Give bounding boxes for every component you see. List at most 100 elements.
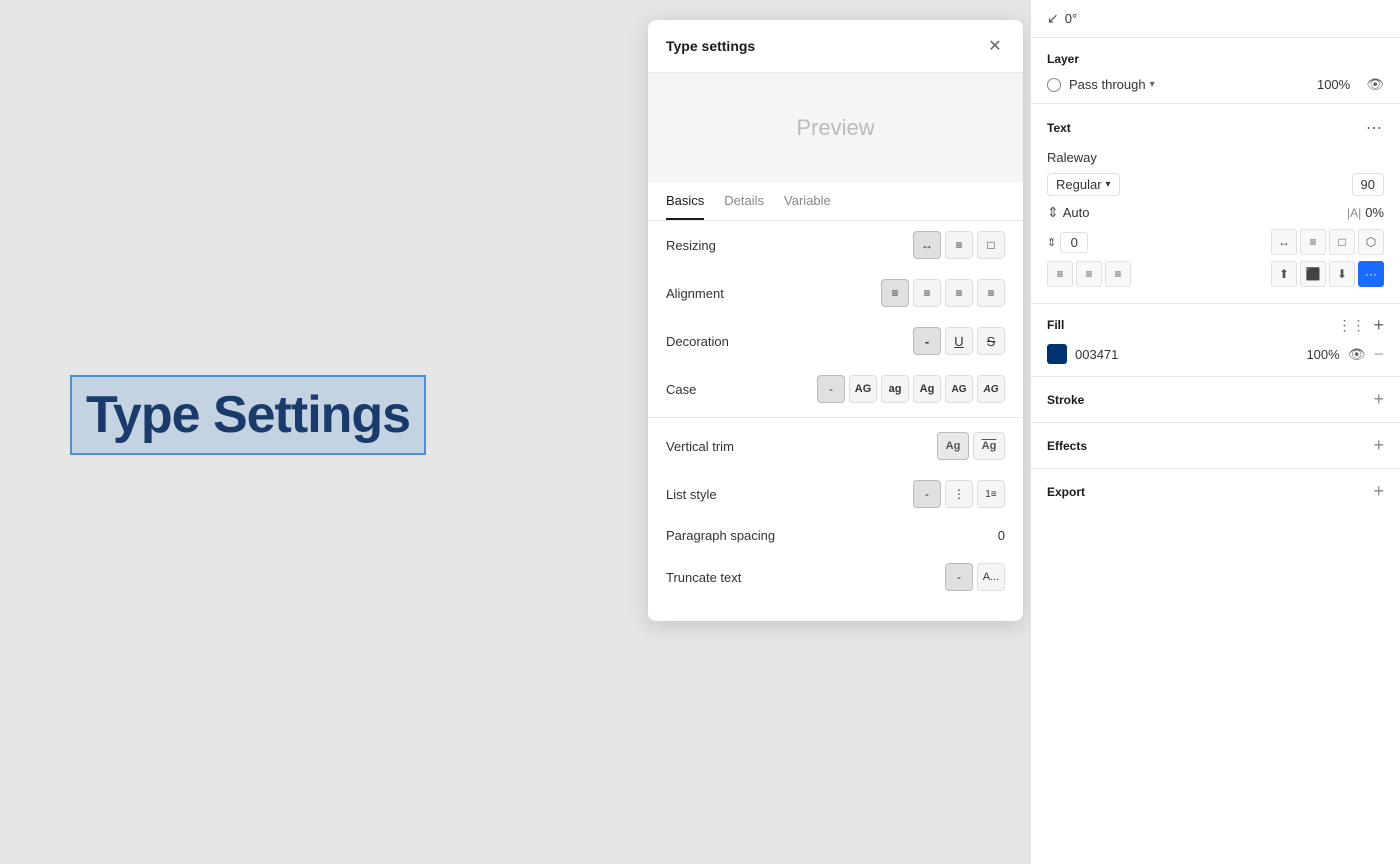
export-title: Export <box>1047 485 1085 499</box>
auto-height-value[interactable]: Auto <box>1063 205 1090 220</box>
wrap-rect-btn[interactable]: □ <box>1329 229 1355 255</box>
text-section: Text ⋯ Raleway Regular ▾ 90 ⇕ Auto |A| 0… <box>1031 104 1400 304</box>
blend-mode-dropdown[interactable]: Pass through ▾ <box>1069 77 1309 92</box>
blend-mode-chevron-icon: ▾ <box>1150 79 1155 90</box>
case-small-caps-btn[interactable]: AG <box>945 375 973 403</box>
case-controls: - AG ag Ag AG AG <box>817 375 1005 403</box>
tab-details[interactable]: Details <box>724 183 764 220</box>
canvas-text: Type Settings <box>86 386 410 444</box>
preview-area: Preview <box>648 73 1023 183</box>
tab-basics[interactable]: Basics <box>666 183 704 220</box>
resizing-fixed-btn[interactable]: □ <box>977 231 1005 259</box>
vtrim-standard-icon: Ag <box>946 440 961 452</box>
valign-bottom-btn[interactable]: ⬇ <box>1329 261 1355 287</box>
wrap-shield-btn[interactable]: ⬡ <box>1358 229 1384 255</box>
decoration-controls: - U S <box>913 327 1005 355</box>
list-style-label: List style <box>666 487 717 502</box>
preview-text: Preview <box>796 115 874 141</box>
auto-height-group: ⇕ Auto <box>1047 204 1089 221</box>
case-all-caps-btn[interactable]: AG <box>977 375 1005 403</box>
tab-variable[interactable]: Variable <box>784 183 831 220</box>
resizing-fixed-height-btn[interactable]: ≡ <box>945 231 973 259</box>
letter-spacing-value[interactable]: 0% <box>1365 205 1384 220</box>
list-none-btn[interactable]: - <box>913 480 941 508</box>
font-name[interactable]: Raleway <box>1047 150 1384 165</box>
decoration-label: Decoration <box>666 334 729 349</box>
vtrim-standard-btn[interactable]: Ag <box>937 432 969 460</box>
align-center-btn[interactable]: ≡ <box>913 279 941 307</box>
truncate-none-btn[interactable]: - <box>945 563 973 591</box>
font-size-input[interactable]: 90 <box>1352 173 1384 196</box>
fill-remove-icon[interactable]: − <box>1373 345 1384 363</box>
align-buttons-row: ≡ ≡ ≡ ⬆ ⬛ ⬇ ··· <box>1047 261 1384 287</box>
wrap-arrows-btn[interactable]: ↔ <box>1271 229 1297 255</box>
text-options-icon[interactable]: ⋯ <box>1366 118 1384 138</box>
effects-add-icon[interactable]: + <box>1373 435 1384 456</box>
text-align-center-btn[interactable]: ≡ <box>1076 261 1102 287</box>
valign-top-btn[interactable]: ⬆ <box>1271 261 1297 287</box>
text-element[interactable]: Type Settings <box>70 375 426 455</box>
fill-row: 003471 100% 👁 − <box>1047 344 1384 364</box>
align-left-icon: ≡ <box>891 286 898 300</box>
decor-none-btn[interactable]: - <box>913 327 941 355</box>
fill-color-value[interactable]: 003471 <box>1075 347 1298 362</box>
decor-strikethrough-btn[interactable]: S <box>977 327 1005 355</box>
case-upper-btn[interactable]: AG <box>849 375 877 403</box>
text-align-right-btn[interactable]: ≡ <box>1105 261 1131 287</box>
fill-add-icon[interactable]: + <box>1373 316 1384 334</box>
letter-spacing-group: |A| 0% <box>1347 205 1384 220</box>
paragraph-spacing-value[interactable]: 0 <box>998 528 1005 543</box>
letter-spacing-icon: |A| <box>1347 206 1361 220</box>
fill-color-swatch[interactable] <box>1047 344 1067 364</box>
wrap-lines-btn[interactable]: ≡ <box>1300 229 1326 255</box>
resizing-auto-btn[interactable]: ↔ <box>913 231 941 259</box>
case-title-btn[interactable]: Ag <box>913 375 941 403</box>
layer-opacity-value[interactable]: 100% <box>1317 77 1350 92</box>
layer-title: Layer <box>1047 52 1384 66</box>
list-bullet-btn[interactable]: ⋮ <box>945 480 973 508</box>
align-right-btn[interactable]: ≡ <box>945 279 973 307</box>
text-wrap-group: ↔ ≡ □ ⬡ <box>1271 229 1384 255</box>
fill-opacity-value[interactable]: 100% <box>1306 347 1339 362</box>
vtrim-cap-btn[interactable]: Ag <box>973 432 1005 460</box>
case-row: Case - AG ag Ag AG AG <box>648 365 1023 413</box>
fill-visibility-icon[interactable]: 👁 <box>1348 346 1366 363</box>
type-settings-panel: Type settings ✕ Preview Basics Details V… <box>648 20 1023 621</box>
layer-row: Pass through ▾ 100% 👁 <box>1047 76 1384 93</box>
list-style-row: List style - ⋮ 1≡ <box>648 470 1023 518</box>
case-none-btn[interactable]: - <box>817 375 845 403</box>
vertical-trim-controls: Ag Ag <box>937 432 1005 460</box>
underline-icon: U <box>954 334 963 349</box>
layer-visibility-icon[interactable]: 👁 <box>1366 76 1384 93</box>
stroke-add-icon[interactable]: + <box>1373 389 1384 410</box>
list-numbered-btn[interactable]: 1≡ <box>977 480 1005 508</box>
vertical-trim-label: Vertical trim <box>666 439 734 454</box>
close-button[interactable]: ✕ <box>985 36 1005 56</box>
export-add-icon[interactable]: + <box>1373 481 1384 502</box>
align-left-btn[interactable]: ≡ <box>881 279 909 307</box>
fill-options-icon[interactable]: ⋮⋮ <box>1337 317 1365 334</box>
resizing-controls: ↔ ≡ □ <box>913 231 1005 259</box>
line-height-group: ⇕ 0 <box>1047 232 1088 253</box>
paragraph-spacing-row: Paragraph spacing 0 <box>648 518 1023 553</box>
blend-mode-label: Pass through <box>1069 77 1146 92</box>
align-justify-btn[interactable]: ≡ <box>977 279 1005 307</box>
font-style-chevron-icon: ▾ <box>1106 179 1111 190</box>
vtrim-cap-icon: Ag <box>982 440 997 452</box>
rotation-value[interactable]: 0° <box>1065 11 1077 26</box>
case-lower-btn[interactable]: ag <box>881 375 909 403</box>
decoration-row: Decoration - U S <box>648 317 1023 365</box>
line-height-value[interactable]: 0 <box>1060 232 1088 253</box>
fill-header: Fill ⋮⋮ + <box>1047 316 1384 334</box>
line-height-icon: ⇕ <box>1047 236 1056 249</box>
decor-underline-btn[interactable]: U <box>945 327 973 355</box>
text-align-left-btn[interactable]: ≡ <box>1047 261 1073 287</box>
resizing-lines-icon: ≡ <box>955 238 962 252</box>
truncate-ellipsis-btn[interactable]: A... <box>977 563 1005 591</box>
text-more-options-btn[interactable]: ··· <box>1358 261 1384 287</box>
valign-middle-btn[interactable]: ⬛ <box>1300 261 1326 287</box>
font-style-dropdown[interactable]: Regular ▾ <box>1047 173 1120 196</box>
effects-section: Effects + <box>1031 423 1400 469</box>
resizing-rect-icon: □ <box>987 238 994 252</box>
text-element-container[interactable]: Type Settings <box>70 375 426 455</box>
